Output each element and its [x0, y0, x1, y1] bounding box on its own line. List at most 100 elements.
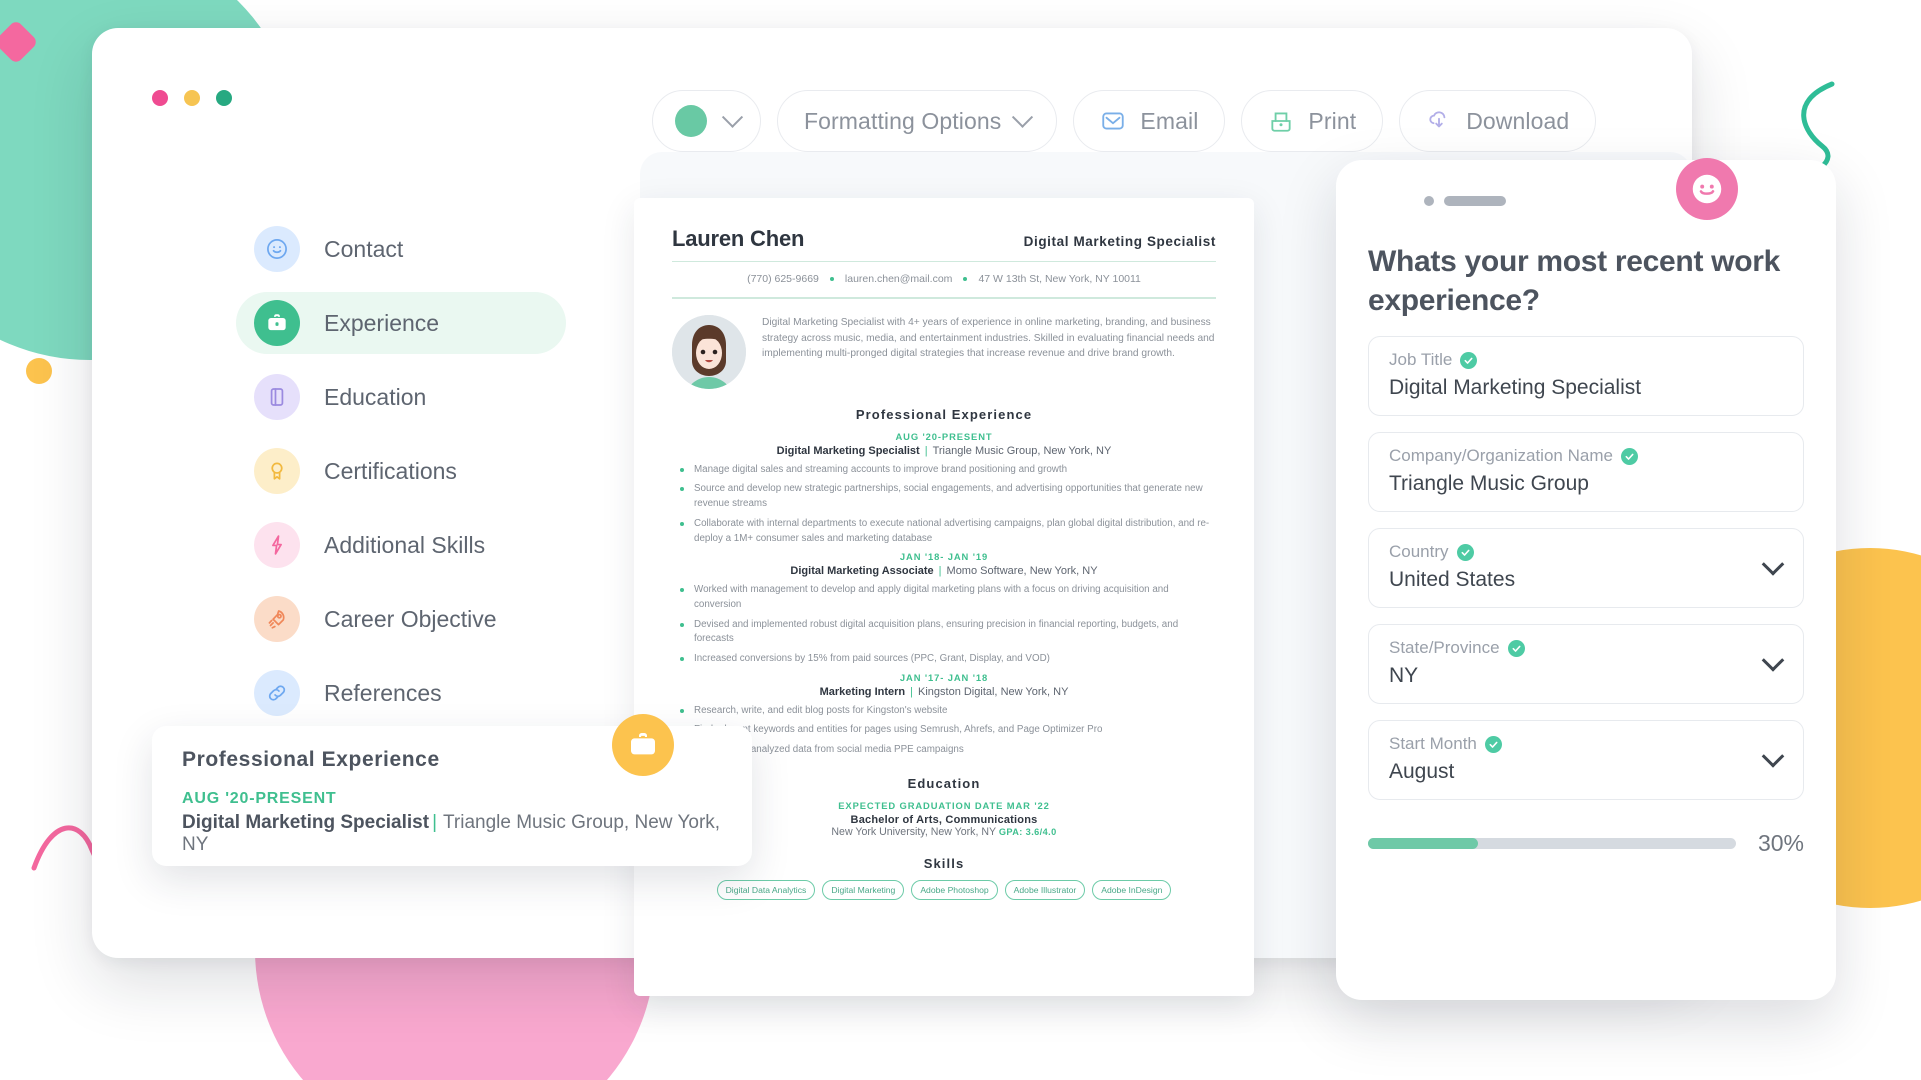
color-picker-button[interactable] — [652, 90, 761, 152]
briefcase-icon — [254, 300, 300, 346]
experience-bullets: Worked with management to develop and ap… — [672, 583, 1216, 666]
resume-phone: (770) 625-9669 — [747, 273, 819, 286]
verified-check-icon — [1460, 351, 1478, 369]
panel-drag-handle[interactable] — [1368, 160, 1804, 206]
verified-check-icon — [1620, 447, 1638, 465]
sidebar-item-label: References — [324, 679, 442, 706]
skill-chip[interactable]: Adobe InDesign — [1092, 879, 1172, 900]
window-close-dot[interactable] — [152, 90, 168, 106]
experience-bullet: Devised and implemented robust digital a… — [672, 618, 1216, 647]
resume-preview[interactable]: Lauren Chen Digital Marketing Specialist… — [634, 198, 1254, 996]
experience-entry: JAN '18- JAN '19 Digital Marketing Associ… — [672, 551, 1216, 666]
window-minimize-dot[interactable] — [184, 90, 200, 106]
email-label: Email — [1140, 107, 1199, 134]
color-swatch-icon — [675, 105, 707, 137]
field-value: Digital Marketing Specialist — [1389, 376, 1642, 399]
tooltip-job-line: Digital Marketing Specialist | Triangle Mu… — [182, 812, 721, 855]
tooltip-company: Triangle Music Group, — [443, 812, 630, 833]
decor-yellow-dot — [26, 358, 52, 384]
field-country[interactable]: Country United States — [1368, 528, 1804, 608]
verified-check-icon — [1484, 735, 1502, 753]
field-value: August — [1389, 760, 1455, 783]
field-state-province[interactable]: State/Province NY — [1368, 624, 1804, 704]
experience-title: Marketing Intern — [819, 685, 906, 698]
email-button[interactable]: Email — [1073, 90, 1226, 152]
experience-company: Momo Software, — [946, 565, 1027, 578]
print-button[interactable]: Print — [1241, 90, 1384, 152]
resume-name: Lauren Chen — [672, 226, 805, 251]
cloud-download-icon — [1429, 111, 1446, 128]
sidebar-item-contact[interactable]: Contact — [236, 218, 566, 280]
award-icon — [254, 448, 300, 494]
divider-pipe: | — [924, 444, 928, 457]
experience-entry: JAN '17- JAN '18 Marketing Intern | Kingsto… — [672, 672, 1216, 758]
experience-location: New York, NY — [1000, 685, 1069, 698]
field-label-row: Country — [1389, 542, 1783, 562]
rocket-icon — [254, 596, 300, 642]
print-label: Print — [1308, 107, 1357, 134]
experience-title: Digital Marketing Associate — [790, 565, 934, 578]
field-start-month[interactable]: Start Month August — [1368, 720, 1804, 800]
verified-check-icon — [1507, 639, 1525, 657]
field-company-organization-name[interactable]: Company/Organization Name Triangle Music … — [1368, 432, 1804, 512]
panel-smiley-badge[interactable] — [1676, 158, 1738, 220]
resume-role: Digital Marketing Specialist — [1023, 234, 1216, 249]
resume-skills-list: Digital Data Analytics Digital Marketing A… — [672, 879, 1216, 900]
briefcase-icon — [631, 733, 655, 755]
progress-fill — [1368, 838, 1479, 849]
avatar — [672, 314, 746, 389]
chevron-down-icon — [721, 106, 744, 128]
experience-title: Digital Marketing Specialist — [776, 444, 920, 457]
form-panel: Whats your most recent work experience? … — [1336, 160, 1836, 1000]
experience-bullets: Manage digital sales and streaming accou… — [672, 463, 1216, 546]
book-icon — [254, 374, 300, 420]
panel-fields: Job Title Digital Marketing Specialist Com… — [1368, 336, 1804, 800]
experience-entry: AUG '20-PRESENT Digital Marketing Special… — [672, 431, 1216, 546]
avatar-illustration-icon — [672, 314, 746, 389]
skill-chip[interactable]: Adobe Photoshop — [911, 879, 998, 900]
field-label-row: Start Month — [1389, 734, 1783, 754]
resume-experience-heading: Professional Experience — [855, 406, 1033, 422]
resume-skills-heading: Skills — [923, 855, 965, 871]
experience-bullet: Research, write, and edit blog posts for… — [672, 704, 1216, 719]
field-label: Job Title — [1389, 350, 1453, 369]
resume-contact-line: (770) 625-9669 lauren.chen@mail.com 47 W… — [672, 271, 1216, 288]
progress-row: 30% — [1368, 830, 1804, 857]
experience-date: JAN '18- JAN '19 — [899, 551, 989, 563]
divider — [672, 261, 1216, 263]
field-value: United States — [1389, 568, 1516, 591]
skill-chip[interactable]: Digital Data Analytics — [716, 879, 816, 900]
resume-summary-block: Digital Marketing Specialist with 4+ yea… — [672, 314, 1216, 389]
experience-bullet: Worked with management to develop and ap… — [672, 583, 1216, 612]
sidebar-item-references[interactable]: References — [236, 662, 566, 724]
tooltip-date: AUG '20-PRESENT — [182, 790, 337, 807]
experience-date: AUG '20-PRESENT — [895, 430, 993, 442]
download-button[interactable]: Download — [1399, 90, 1597, 152]
sidebar-item-label: Education — [324, 383, 427, 410]
field-job-title[interactable]: Job Title Digital Marketing Specialist — [1368, 336, 1804, 416]
handle-bar-icon — [1444, 196, 1506, 206]
education-gpa: GPA: 3.6/4.0 — [998, 826, 1057, 837]
tooltip-briefcase-badge — [612, 714, 674, 776]
experience-location: New York, NY — [1043, 444, 1112, 457]
sidebar-item-experience[interactable]: Experience — [236, 292, 566, 354]
sidebar-item-education[interactable]: Education — [236, 366, 566, 428]
sidebar-item-certifications[interactable]: Certifications — [236, 440, 566, 502]
experience-location: New York, NY — [1029, 565, 1098, 578]
app-root: Formatting Options Email Print Download … — [0, 0, 1921, 1080]
resume-email: lauren.chen@mail.com — [844, 273, 953, 286]
sidebar-item-label: Experience — [324, 309, 440, 336]
skill-chip[interactable]: Adobe Illustrator — [1004, 879, 1086, 900]
sidebar-item-career-objective[interactable]: Career Objective — [236, 588, 566, 650]
field-value: Triangle Music Group — [1389, 472, 1589, 495]
experience-bullet: Manage digital sales and streaming accou… — [672, 463, 1216, 478]
tooltip-job-title: Digital Marketing Specialist — [182, 812, 430, 833]
bullet-dot-icon — [829, 277, 834, 282]
sidebar-item-additional-skills[interactable]: Additional Skills — [236, 514, 566, 576]
window-maximize-dot[interactable] — [216, 90, 232, 106]
handle-dot-icon — [1424, 196, 1434, 206]
field-label-row: State/Province — [1389, 638, 1783, 658]
formatting-options-button[interactable]: Formatting Options — [777, 90, 1058, 152]
skill-chip[interactable]: Digital Marketing — [822, 879, 905, 900]
field-value: NY — [1389, 664, 1419, 687]
